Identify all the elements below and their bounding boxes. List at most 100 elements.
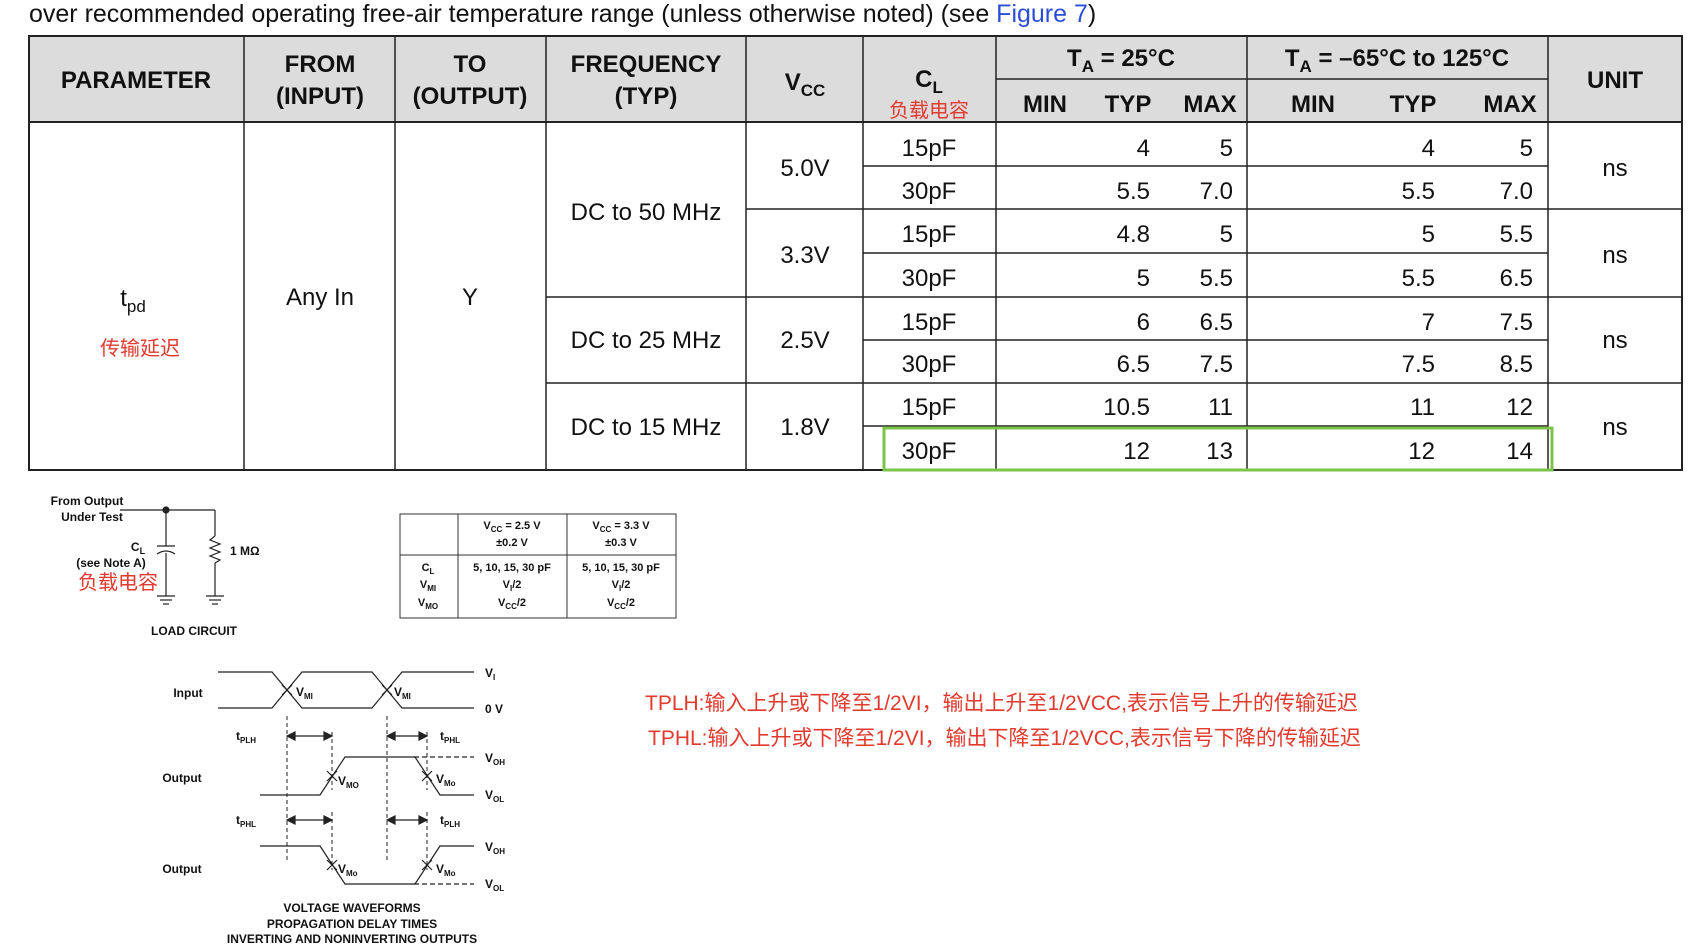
wf-vmo-3: VMo — [338, 862, 358, 878]
typ-25-cell: 4.8 — [1117, 221, 1150, 248]
max-range-cell: 7.0 — [1500, 178, 1533, 205]
parameter-note: 传输延迟 — [100, 337, 180, 360]
header-cl-note: 负载电容 — [889, 99, 969, 122]
vcc-2v5: 2.5V — [780, 327, 829, 354]
wf-tplh-1: tPLH — [236, 729, 256, 745]
cl-cell: 15pF — [902, 135, 957, 162]
vcc-1v8: 1.8V — [780, 414, 829, 441]
note-tplh: TPLH:输入上升或下降至1/2VI，输出上升至1/2VCC,表示信号上升的传输… — [645, 692, 1358, 715]
cl-cell: 30pF — [902, 178, 957, 205]
max-range-cell: 5 — [1520, 135, 1533, 162]
typ-25-cell: 6 — [1137, 309, 1150, 336]
max-range-cell: 5.5 — [1500, 221, 1533, 248]
header-parameter: PARAMETER — [61, 67, 211, 94]
unit-ns: ns — [1602, 327, 1627, 354]
cl-cell: 15pF — [902, 221, 957, 248]
typ-25-cell: 12 — [1123, 438, 1150, 465]
vcc-5v: 5.0V — [780, 155, 829, 182]
header-from-input: (INPUT) — [276, 83, 364, 110]
header-frequency-typ: (TYP) — [615, 83, 678, 110]
typ-range-cell: 12 — [1408, 438, 1435, 465]
wf-vmo-4: VMo — [436, 862, 456, 878]
lc-resistor-label: 1 MΩ — [230, 544, 260, 558]
max-25-cell: 6.5 — [1200, 309, 1233, 336]
max-range-cell: 6.5 — [1500, 265, 1533, 292]
wf-tphl-2: tPHL — [236, 813, 256, 829]
mt-row-vmi: VMI — [420, 579, 436, 593]
typ-25-cell: 5 — [1137, 265, 1150, 292]
wf-vol-1: VOL — [485, 788, 504, 804]
max-range-cell: 12 — [1506, 394, 1533, 421]
header-to: TO — [454, 51, 487, 78]
cl-cell: 30pF — [902, 265, 957, 292]
wf-title-2: PROPAGATION DELAY TIMES — [267, 917, 437, 931]
lc-under-test: Under Test — [61, 510, 123, 524]
mt-col2-b: ±0.3 V — [605, 537, 637, 549]
header-max-25: MAX — [1183, 91, 1236, 118]
note-tphl: TPHL:输入上升或下降至1/2VI，输出下降至1/2VCC,表示信号下降的传输… — [648, 727, 1361, 750]
parameter-tpd: tpd — [120, 285, 146, 316]
wf-vi: VI — [485, 666, 495, 682]
typ-range-cell: 5 — [1422, 221, 1435, 248]
mt-row-cl: CL — [422, 562, 435, 576]
max-25-cell: 5.5 — [1200, 265, 1233, 292]
unit-ns: ns — [1602, 414, 1627, 441]
header-ta-range: TA = –65°C to 125°C — [1285, 45, 1509, 76]
typ-range-cell: 7 — [1422, 309, 1435, 336]
max-25-cell: 7.5 — [1200, 351, 1233, 378]
max-25-cell: 5 — [1220, 135, 1233, 162]
header-unit: UNIT — [1587, 67, 1643, 94]
lc-title: LOAD CIRCUIT — [151, 624, 238, 638]
mt-cl-33: 5, 10, 15, 30 pF — [582, 562, 660, 574]
mt-vmi-33: VI/2 — [612, 579, 631, 593]
typ-25-cell: 6.5 — [1117, 351, 1150, 378]
wf-vmi-1: VMI — [296, 685, 313, 701]
to-cell: Y — [462, 284, 478, 311]
header-min-range: MIN — [1291, 91, 1335, 118]
freq-15mhz: DC to 15 MHz — [571, 414, 722, 441]
from-cell: Any In — [286, 284, 354, 311]
wf-output-1: Output — [162, 771, 201, 785]
header-typ-range: TYP — [1390, 91, 1437, 118]
wf-voh-2: VOH — [485, 840, 505, 856]
wf-output-2: Output — [162, 862, 201, 876]
mt-col1-a: VCC = 2.5 V — [483, 520, 541, 534]
vcc-3v3: 3.3V — [780, 242, 829, 269]
typ-range-cell: 4 — [1422, 135, 1435, 162]
wf-vmi-2: VMI — [394, 685, 411, 701]
typ-25-cell: 4 — [1137, 135, 1150, 162]
wf-vmo-1: VMO — [338, 774, 359, 790]
typ-range-cell: 7.5 — [1402, 351, 1435, 378]
wf-vol-2: VOL — [485, 877, 504, 893]
mt-vmo-33: VCC/2 — [607, 597, 635, 611]
wf-voh-1: VOH — [485, 751, 505, 767]
table-body: tpd 传输延迟 Any In Y DC to 50 MHz DC to 25 … — [100, 155, 1628, 441]
wf-0v: 0 V — [485, 702, 503, 716]
cl-cell: 15pF — [902, 394, 957, 421]
datasheet-figure: PARAMETER FROM (INPUT) TO (OUTPUT) FREQU… — [28, 35, 1683, 944]
mt-cl-25: 5, 10, 15, 30 pF — [473, 562, 551, 574]
lc-note-cn: 负载电容 — [78, 571, 158, 594]
lc-cl: CL — [131, 540, 146, 556]
cl-cell: 30pF — [902, 351, 957, 378]
unit-ns: ns — [1602, 242, 1627, 269]
max-range-cell: 14 — [1506, 438, 1533, 465]
header-min-25: MIN — [1023, 91, 1067, 118]
max-range-cell: 8.5 — [1500, 351, 1533, 378]
wf-title-3: INVERTING AND NONINVERTING OUTPUTS — [227, 932, 477, 944]
max-25-cell: 11 — [1208, 394, 1233, 421]
max-25-cell: 13 — [1206, 438, 1233, 465]
mt-col2-a: VCC = 3.3 V — [592, 520, 650, 534]
max-25-cell: 5 — [1220, 221, 1233, 248]
mt-row-vmo: VMO — [418, 597, 438, 611]
typ-range-cell: 5.5 — [1402, 178, 1435, 205]
max-25-cell: 7.0 — [1200, 178, 1233, 205]
input-wave-b — [218, 671, 474, 709]
wf-input: Input — [173, 686, 202, 700]
typ-range-cell: 5.5 — [1402, 265, 1435, 292]
wf-title-1: VOLTAGE WAVEFORMS — [283, 901, 420, 915]
mt-col1-b: ±0.2 V — [496, 537, 528, 549]
input-wave-a — [218, 671, 474, 709]
header-from: FROM — [285, 51, 356, 78]
max-range-cell: 7.5 — [1500, 309, 1533, 336]
